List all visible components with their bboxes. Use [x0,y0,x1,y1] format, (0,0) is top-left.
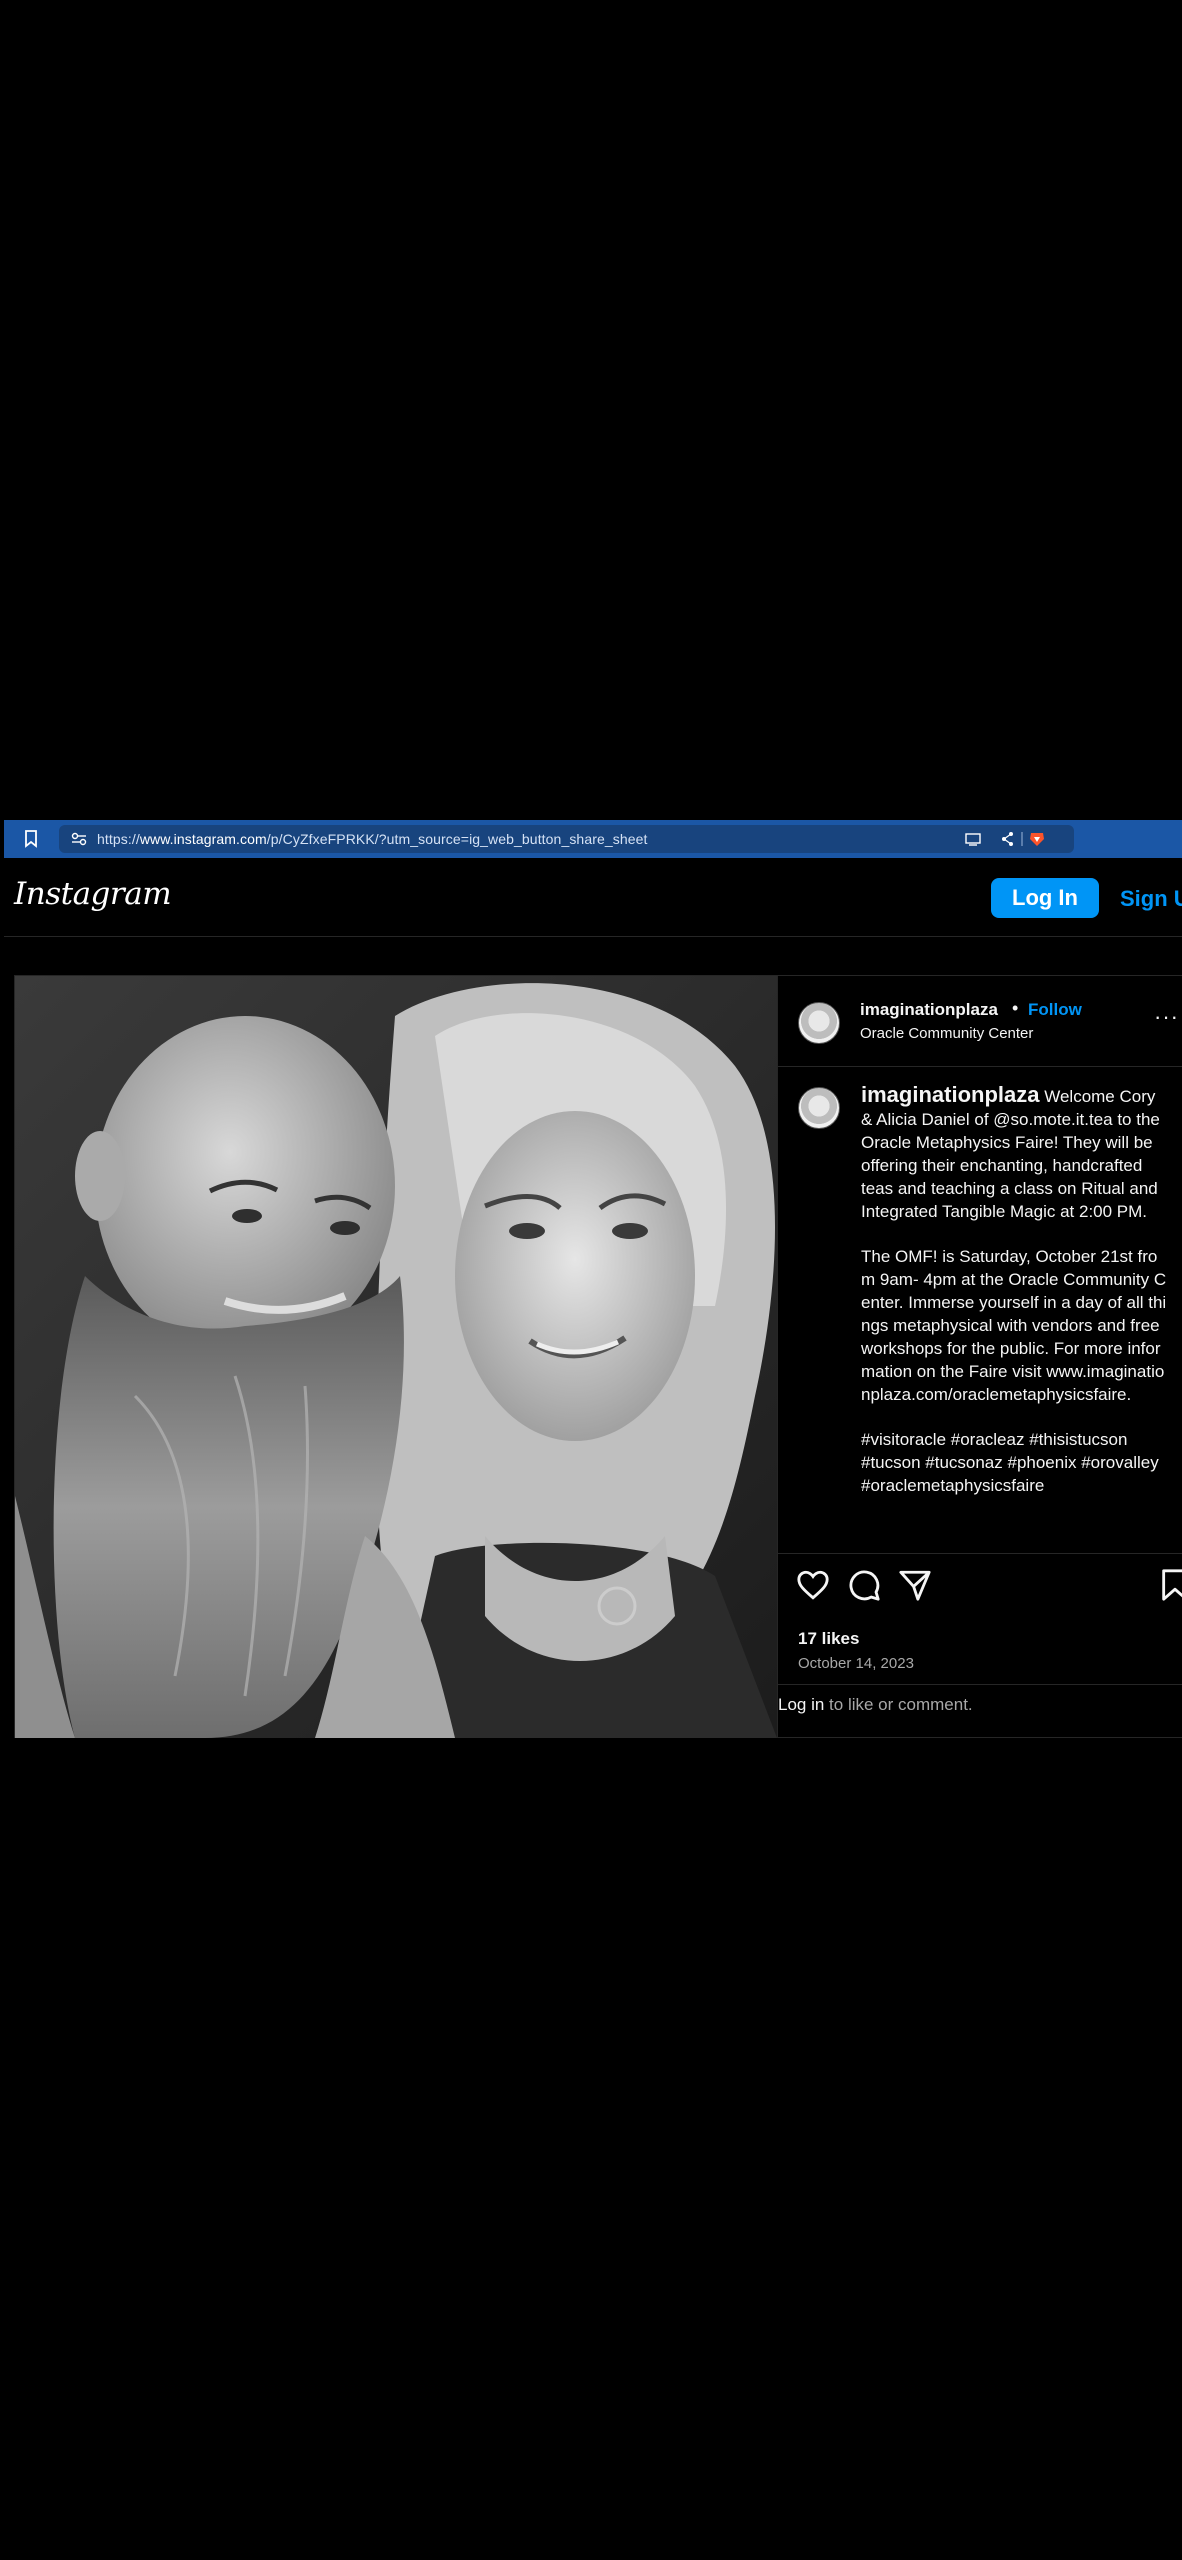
url-text: https://www.instagram.com/p/CyZfxeFPRKK/… [97,831,648,847]
caption-avatar[interactable] [798,1087,840,1129]
post-sidebar: imaginationplaza • Follow Oracle Communi… [777,976,1182,1738]
post-photo[interactable] [15,976,777,1738]
like-heart-icon[interactable] [796,1568,830,1602]
address-field[interactable]: https://www.instagram.com/p/CyZfxeFPRKK/… [59,825,1074,853]
post-actions: 17 likes October 14, 2023 Log in to like… [778,1553,1182,1738]
share-send-icon[interactable] [898,1568,932,1602]
post-date[interactable]: October 14, 2023 [798,1655,914,1672]
post-card: imaginationplaza • Follow Oracle Communi… [14,975,1182,1738]
instagram-logo[interactable]: Instagram [14,876,172,912]
login-prompt-text: to like or comment. [824,1695,973,1714]
photo-image [15,976,777,1738]
more-options-icon[interactable]: ··· [1154,1004,1179,1030]
login-button[interactable]: Log In [991,878,1099,918]
profile-avatar[interactable] [798,1002,840,1044]
brave-shield-icon[interactable] [1030,833,1044,846]
login-prompt: Log in to like or comment. [778,1684,1182,1738]
post-username[interactable]: imaginationplaza [860,1000,998,1020]
save-bookmark-icon[interactable] [1158,1568,1182,1602]
caption-username[interactable]: imaginationplaza [861,1082,1039,1107]
browser-url-bar: https://www.instagram.com/p/CyZfxeFPRKK/… [4,820,1182,858]
site-settings-icon[interactable] [71,832,87,846]
separator-dot: • [1012,998,1019,1018]
follow-button[interactable]: Follow [1028,1000,1082,1020]
cast-icon[interactable] [965,833,981,846]
screenshot-frame: https://www.instagram.com/p/CyZfxeFPRKK/… [4,820,1182,1738]
share-icon[interactable] [1002,832,1013,846]
post-header: imaginationplaza • Follow Oracle Communi… [778,976,1182,1067]
login-link[interactable]: Log in [778,1695,824,1714]
caption-hashtags[interactable]: #visitoracle #oracleaz #thisistucson #tu… [861,1428,1171,1497]
caption-paragraph-1: Welcome Cory & Alicia Daniel of @so.mote… [861,1087,1160,1221]
caption-text: imaginationplaza Welcome Cory & Alicia D… [861,1083,1171,1519]
address-bar-actions [965,832,1044,846]
bookmark-icon[interactable] [24,830,38,848]
caption-paragraph-2: The OMF! is Saturday, October 21st from … [861,1247,1167,1404]
post-location[interactable]: Oracle Community Center [860,1025,1033,1042]
caption-section: imaginationplaza Welcome Cory & Alicia D… [778,1067,1182,1553]
signup-link[interactable]: Sign Up [1120,886,1182,912]
like-count[interactable]: 17 likes [798,1629,859,1649]
instagram-header: Instagram Log In Sign Up [4,858,1182,937]
comment-icon[interactable] [847,1568,881,1602]
